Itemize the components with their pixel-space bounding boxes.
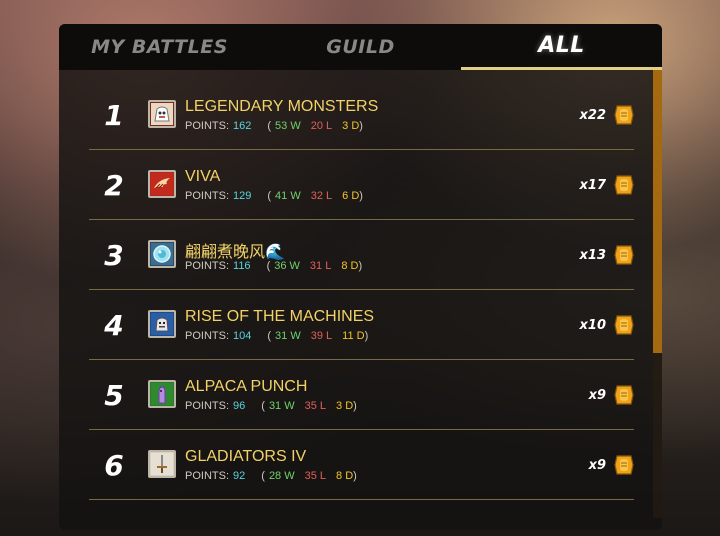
draws-value: 11 D [342, 330, 365, 342]
wins-value: 31 W [275, 330, 301, 342]
guild-name[interactable]: 翩翩煮晚风🌊 [185, 238, 285, 262]
draws-value: 6 D [342, 190, 360, 202]
rank-number: 1 [104, 98, 124, 132]
orb-crest-icon [148, 240, 176, 268]
open-paren: ( [267, 120, 272, 132]
rank-number: 3 [104, 238, 124, 272]
multiplier: x17 [579, 177, 606, 193]
list-item[interactable]: 3 翩翩煮晚风🌊 POINTS: 116 (36 W 31 L 8 D) x13 [89, 220, 634, 290]
close-paren: ) [353, 400, 357, 412]
tab-all[interactable]: ALL [461, 24, 662, 70]
sword-crest-icon [148, 450, 176, 478]
guild-name[interactable]: LEGENDARY MONSTERS [185, 98, 378, 116]
gold-token-icon [614, 385, 634, 405]
guild-stats: POINTS: 92 (28 W 35 L 8 D) [185, 470, 357, 482]
points-value: 162 [233, 120, 252, 132]
open-paren: ( [261, 400, 265, 412]
draws-value: 8 D [341, 260, 359, 272]
gold-token-icon [614, 455, 634, 475]
open-paren: ( [267, 330, 272, 342]
wins-value: 28 W [268, 470, 295, 482]
list-item[interactable]: 4 RISE OF THE MACHINES POINTS: 104 (31 W 39… [89, 290, 634, 360]
close-paren: ) [358, 260, 363, 272]
list-item[interactable]: 2 VIVA POINTS: 129 (41 W 32 L 6 D) x17 [89, 150, 634, 220]
guild-stats: POINTS: 116 (36 W 31 L 8 D) [185, 260, 362, 272]
multiplier: x9 [588, 457, 606, 473]
open-paren: ( [261, 470, 265, 482]
guild-stats: POINTS: 96 (31 W 35 L 3 D) [185, 400, 357, 412]
wins-value: 53 W [275, 120, 301, 132]
multiplier: x9 [588, 387, 606, 403]
tab-label: GUILD [326, 36, 395, 58]
gold-token-icon [614, 245, 634, 265]
points-label: POINTS: [185, 260, 230, 272]
losses-value: 35 L [304, 400, 327, 412]
rank-number: 4 [104, 308, 124, 342]
guild-name[interactable]: GLADIATORS IV [185, 448, 306, 466]
gold-token-icon [614, 105, 634, 125]
alpaca-crest-icon [148, 380, 176, 408]
scrollbar-track[interactable] [653, 70, 662, 518]
draws-value: 8 D [336, 470, 354, 482]
guild-name[interactable]: RISE OF THE MACHINES [185, 308, 374, 326]
guild-name[interactable]: VIVA [185, 168, 220, 186]
rank-number: 2 [104, 168, 124, 202]
wins-value: 41 W [275, 190, 301, 202]
guild-stats: POINTS: 129 (41 W 32 L 6 D) [185, 190, 363, 202]
points-label: POINTS: [185, 400, 230, 412]
close-paren: ) [364, 330, 369, 342]
rank-number: 6 [104, 448, 124, 482]
losses-value: 31 L [309, 260, 332, 272]
close-paren: ) [359, 190, 363, 202]
close-paren: ) [353, 470, 357, 482]
losses-value: 39 L [310, 330, 333, 342]
open-paren: ( [267, 190, 272, 202]
wins-value: 36 W [274, 260, 300, 272]
multiplier: x13 [579, 247, 606, 263]
wins-value: 31 W [268, 400, 295, 412]
list-item[interactable]: 1 LEGENDARY MONSTERS POINTS: 162 (53 W 20 L… [89, 80, 634, 150]
gold-token-icon [614, 175, 634, 195]
guild-stats: POINTS: 104 (31 W 39 L 11 D) [185, 330, 368, 342]
tab-label: ALL [538, 33, 585, 58]
open-paren: ( [266, 260, 271, 272]
list-item[interactable]: 6 GLADIATORS IV POINTS: 92 (28 W 35 L 8 D) x… [89, 430, 634, 500]
points-label: POINTS: [185, 190, 230, 202]
close-paren: ) [359, 120, 363, 132]
guild-leaderboard-panel: MY BATTLES GUILD ALL 1 LEGENDARY MONSTER… [59, 24, 662, 530]
multiplier: x22 [579, 107, 606, 123]
rank-number: 5 [104, 378, 124, 412]
guild-name[interactable]: ALPACA PUNCH [185, 378, 307, 396]
tab-my-battles[interactable]: MY BATTLES [59, 24, 260, 70]
losses-value: 32 L [310, 190, 333, 202]
guild-stats: POINTS: 162 (53 W 20 L 3 D) [185, 120, 363, 132]
points-label: POINTS: [185, 120, 230, 132]
tab-bar: MY BATTLES GUILD ALL [59, 24, 662, 70]
leaderboard-list: 1 LEGENDARY MONSTERS POINTS: 162(53 W 20 L… [89, 80, 634, 500]
draws-value: 3 D [336, 400, 354, 412]
monster-crest-icon [148, 100, 176, 128]
points-label: POINTS: [185, 330, 230, 342]
multiplier: x10 [579, 317, 606, 333]
points-value: 116 [233, 260, 251, 272]
points-value: 92 [233, 470, 246, 482]
points-value: 104 [233, 330, 252, 342]
points-value: 96 [233, 400, 246, 412]
list-item[interactable]: 5 ALPACA PUNCH POINTS: 96 (31 W 35 L 3 D) x9 [89, 360, 634, 430]
losses-value: 35 L [304, 470, 327, 482]
wing-crest-icon [148, 170, 176, 198]
losses-value: 20 L [310, 120, 333, 132]
robot-crest-icon [148, 310, 176, 338]
tab-guild[interactable]: GUILD [260, 24, 461, 70]
scrollbar-thumb[interactable] [653, 70, 662, 353]
tab-label: MY BATTLES [91, 36, 228, 58]
points-label: POINTS: [185, 470, 230, 482]
points-value: 129 [233, 190, 252, 202]
draws-value: 3 D [342, 120, 360, 132]
gold-token-icon [614, 315, 634, 335]
